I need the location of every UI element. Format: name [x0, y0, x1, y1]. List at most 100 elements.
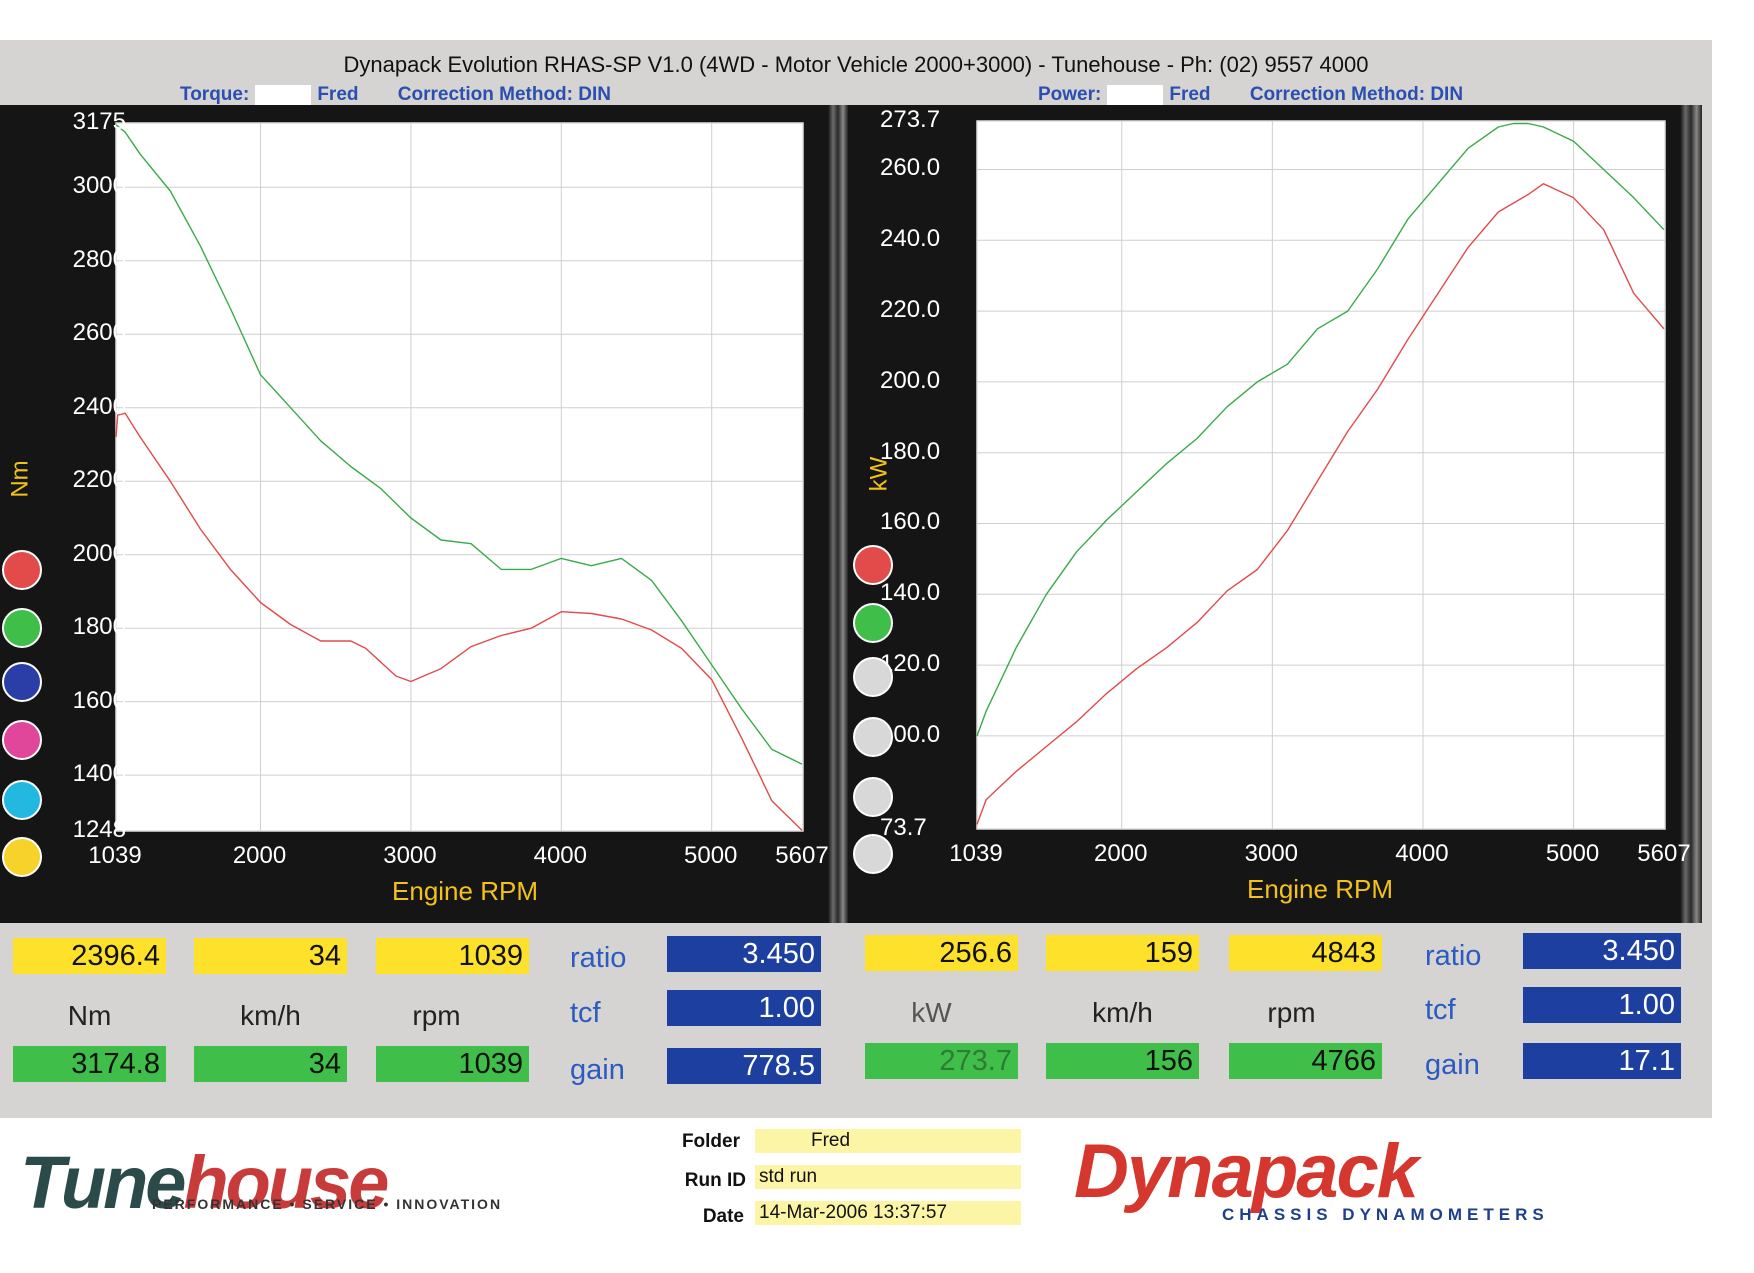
torque-y-tick-label: 2200	[72, 466, 126, 494]
folder-value: Fred	[755, 1129, 1021, 1153]
power-series-2-line	[976, 122, 1665, 737]
run-6-dot[interactable]	[2, 837, 42, 877]
power-header: Power: Fred Correction Method: DIN	[1038, 84, 1463, 106]
torque-gain-value: 778.5	[667, 1048, 821, 1084]
torque-ratio-value: 3.450	[667, 936, 821, 972]
power-name: Fred	[1169, 84, 1211, 105]
tunehouse-logo: Tunehouse	[20, 1140, 389, 1225]
torque-unit-label: Nm	[6, 460, 34, 498]
torque-name: Fred	[317, 84, 359, 105]
torque-run2-rpm: 1039	[376, 1046, 529, 1082]
torque-y-tick-label: 3000	[72, 172, 126, 200]
power-y-tick-label: 140.0	[880, 579, 941, 607]
torque-y-tick-label: 2400	[72, 392, 126, 420]
power-run1-value: 256.6	[865, 935, 1018, 971]
power-x-tick-label: 2000	[1094, 840, 1148, 867]
power-x-tick-label: 3000	[1244, 840, 1299, 867]
page-title: Dynapack Evolution RHAS-SP V1.0 (4WD - M…	[343, 52, 1369, 77]
run-2-dot[interactable]	[2, 608, 42, 648]
torque-unit-nm: Nm	[67, 1000, 112, 1031]
torque-tcf-label: tcf	[570, 997, 601, 1029]
torque-run1-rpm: 1039	[376, 938, 529, 974]
torque-chart-svg	[115, 122, 804, 832]
torque-x-label: Engine RPM	[392, 876, 538, 906]
run-5-dot[interactable]	[2, 780, 42, 820]
tunehouse-tagline: PERFORMANCE • SERVICE • INNOVATION	[152, 1196, 503, 1212]
power-y-tick-label: 260.0	[880, 154, 941, 182]
power-y-tick-label: 200.0	[880, 366, 941, 394]
runid-value: std run	[755, 1165, 1021, 1189]
torque-unit-rpm: rpm	[412, 1000, 461, 1031]
torque-x-tick-label: 4000	[533, 842, 587, 869]
power-run-5-dot[interactable]	[853, 777, 893, 817]
torque-y-tick-label: 3175	[72, 108, 126, 135]
date-label: Date	[702, 1206, 744, 1227]
power-run-3-dot[interactable]	[853, 657, 893, 697]
power-tcf-value: 1.00	[1523, 987, 1681, 1023]
dynapack-tagline: CHASSIS DYNAMOMETERS	[1222, 1205, 1549, 1224]
power-unit-rpm: rpm	[1267, 997, 1316, 1028]
date-value: 14-Mar-2006 13:37:57	[755, 1201, 1021, 1225]
folder-label: Folder	[681, 1131, 740, 1152]
power-run2-value: 273.7	[865, 1043, 1018, 1079]
torque-run1-value: 2396.4	[13, 938, 166, 974]
power-run1-rpm: 4843	[1229, 935, 1382, 971]
torque-gain-label: gain	[570, 1054, 625, 1086]
torque-y-tick-label: 1400	[72, 760, 126, 788]
power-run2-rpm: 4766	[1229, 1043, 1382, 1079]
torque-plot	[115, 122, 804, 832]
power-x-tick-label: 1039	[949, 840, 1003, 867]
run-1-dot[interactable]	[2, 550, 42, 590]
power-tcf-label: tcf	[1425, 994, 1456, 1026]
power-y-tick-label: 220.0	[880, 296, 941, 324]
power-x-tick-label: 5000	[1545, 840, 1600, 867]
torque-header: Torque: Fred Correction Method: DIN	[180, 84, 611, 106]
power-chart-svg	[976, 120, 1666, 830]
torque-x-tick-label: 1039	[88, 842, 142, 869]
dynapack-logo: Dynapack	[1074, 1129, 1419, 1214]
panel-edge	[1680, 105, 1702, 923]
run-3-dot[interactable]	[2, 662, 42, 702]
power-gain-value: 17.1	[1523, 1043, 1681, 1079]
redacted-box	[255, 84, 312, 105]
torque-correction: Correction Method: DIN	[397, 84, 611, 105]
power-unit-label: kW	[865, 456, 893, 492]
torque-y-tick-label: 1600	[72, 686, 126, 714]
power-x-tick-label: 4000	[1395, 840, 1449, 867]
power-y-tick-label: 273.7	[880, 106, 941, 133]
torque-run2-speed: 34	[194, 1046, 347, 1082]
power-run-1-dot[interactable]	[853, 545, 893, 585]
torque-y-tick-label: 1248	[72, 816, 126, 843]
torque-y-tick-label: 2800	[72, 245, 126, 273]
torque-series-1-line	[115, 412, 803, 831]
power-ratio-value: 3.450	[1523, 933, 1681, 969]
power-x-tick-label: 5607	[1637, 840, 1691, 867]
power-run1-speed: 159	[1046, 935, 1199, 971]
torque-tcf-value: 1.00	[667, 990, 821, 1026]
torque-x-tick-label: 5000	[684, 842, 738, 869]
torque-run2-value: 3174.8	[13, 1046, 166, 1082]
run-4-dot[interactable]	[2, 720, 42, 760]
torque-x-tick-label: 3000	[383, 842, 437, 869]
power-run-4-dot[interactable]	[853, 717, 893, 757]
torque-x-tick-label: 5607	[775, 842, 829, 869]
power-run-6-dot[interactable]	[853, 834, 893, 874]
torque-unit-kmh: km/h	[240, 1000, 301, 1031]
power-ratio-label: ratio	[1425, 940, 1482, 972]
power-run-2-dot[interactable]	[853, 603, 893, 643]
runid-label: Run ID	[684, 1170, 746, 1191]
power-run2-speed: 156	[1046, 1043, 1199, 1079]
panel-divider	[828, 105, 848, 923]
power-unit-kmh: km/h	[1092, 997, 1153, 1028]
power-label: Power:	[1038, 84, 1102, 105]
torque-run1-speed: 34	[194, 938, 347, 974]
torque-series-2-line	[115, 124, 803, 765]
power-x-label: Engine RPM	[1247, 874, 1393, 904]
power-series-1-line	[976, 183, 1665, 825]
torque-label: Torque:	[180, 84, 250, 105]
power-correction: Correction Method: DIN	[1249, 84, 1464, 105]
power-y-tick-label: 160.0	[880, 508, 941, 536]
torque-ratio-label: ratio	[570, 942, 627, 974]
torque-y-tick-label: 2600	[72, 319, 126, 347]
torque-x-tick-label: 2000	[232, 842, 287, 869]
